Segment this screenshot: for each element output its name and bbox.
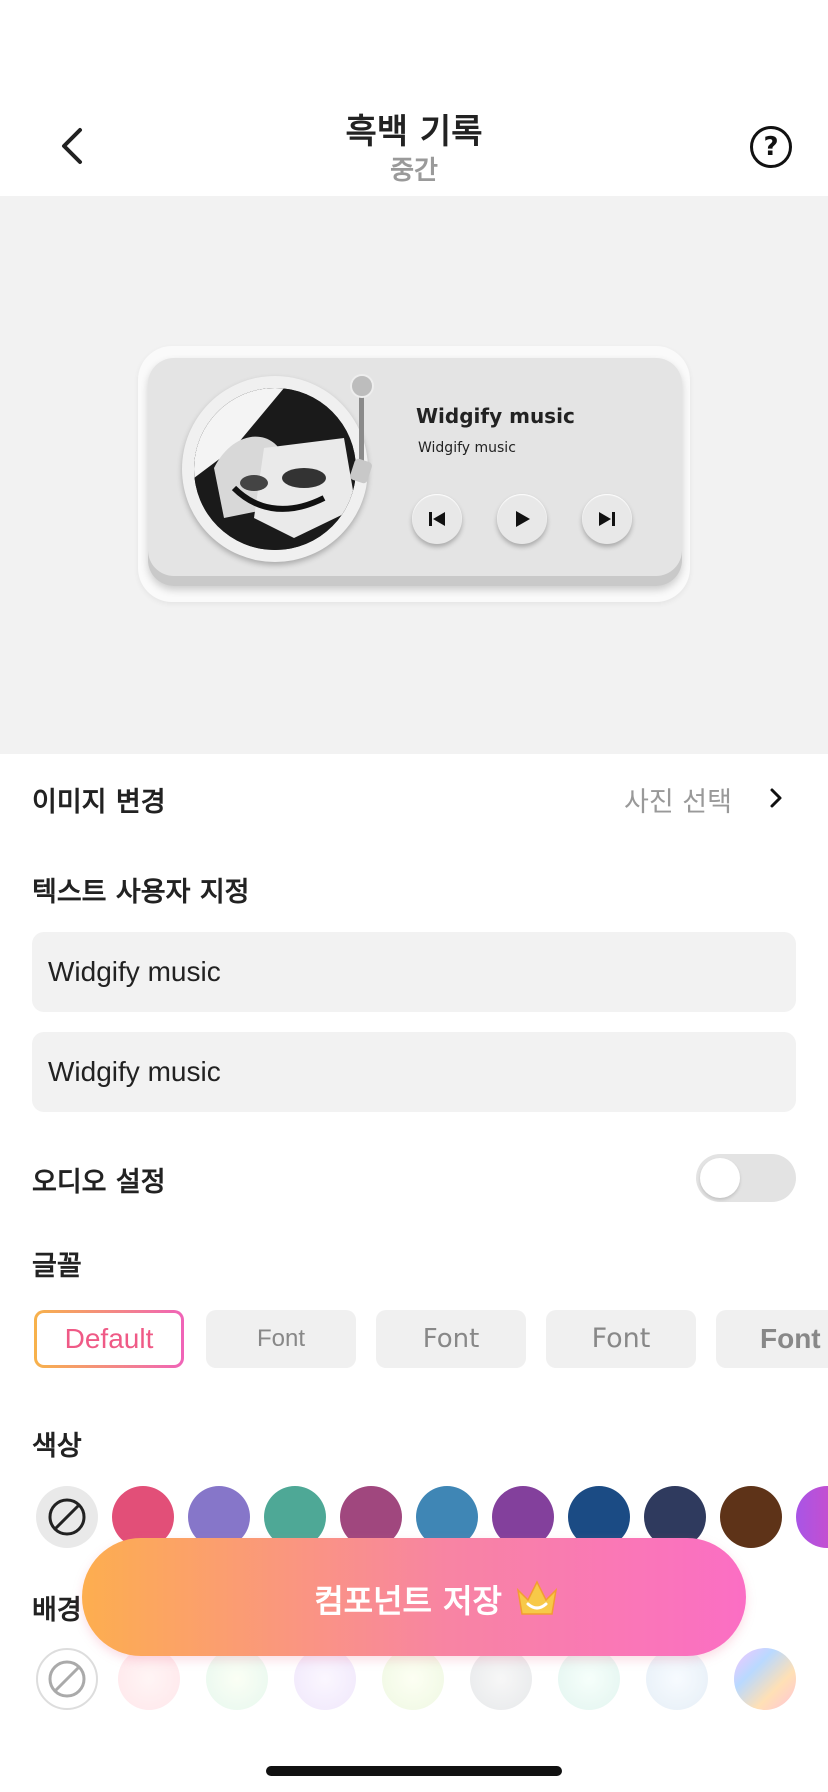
vinyl-record — [182, 376, 368, 562]
bg-swatch-aqua[interactable] — [558, 1648, 620, 1710]
select-photo-link[interactable]: 사진 선택 — [624, 780, 732, 819]
save-button-label: 컴포넌트 저장 — [314, 1582, 502, 1620]
bg-swatch-lime[interactable] — [382, 1648, 444, 1710]
music-widget: Widgify music Widgify music — [148, 358, 682, 586]
no-color-swatch[interactable] — [36, 1486, 98, 1548]
header: 흑백 기록 중간 ? — [0, 0, 828, 196]
bg-swatch-rainbow[interactable] — [734, 1648, 796, 1710]
bg-swatch-ice[interactable] — [646, 1648, 708, 1710]
next-icon — [599, 512, 615, 526]
next-button[interactable] — [582, 494, 632, 544]
subtitle-text-field[interactable]: Widgify music — [32, 1032, 796, 1112]
text-custom-label: 텍스트 사용자 지정 — [32, 877, 250, 908]
font-option[interactable]: Font — [716, 1310, 828, 1368]
font-label: 글꼴 — [32, 1251, 82, 1282]
image-change-label: 이미지 변경 — [32, 787, 166, 818]
help-icon[interactable]: ? — [750, 126, 792, 168]
previous-icon — [429, 512, 445, 526]
chevron-right-icon[interactable] — [766, 786, 786, 810]
crown-icon — [516, 1580, 558, 1615]
no-background-swatch[interactable] — [36, 1648, 98, 1710]
title-text-field[interactable]: Widgify music — [32, 932, 796, 1012]
widget-preview-area: Widgify music Widgify music — [0, 196, 828, 754]
widget-artist: Widgify music — [418, 440, 516, 456]
save-component-button[interactable]: 컴포넌트 저장 — [82, 1538, 746, 1656]
bg-swatch-blush[interactable] — [118, 1648, 180, 1710]
home-indicator — [266, 1766, 562, 1776]
widget-preview-frame: Widgify music Widgify music — [138, 346, 690, 602]
bg-swatch-gray[interactable] — [470, 1648, 532, 1710]
bg-swatch-mint[interactable] — [206, 1648, 268, 1710]
widget-song-title: Widgify music — [416, 404, 575, 428]
background-label: 배경 — [32, 1595, 82, 1626]
audio-toggle[interactable] — [696, 1154, 796, 1202]
bg-swatch-lilac[interactable] — [294, 1648, 356, 1710]
play-button[interactable] — [497, 494, 547, 544]
audio-settings-label: 오디오 설정 — [32, 1167, 166, 1198]
none-icon — [48, 1660, 86, 1698]
page-subtitle: 중간 — [390, 156, 438, 186]
color-swatch-brown[interactable] — [720, 1486, 782, 1548]
font-option[interactable]: Font — [376, 1310, 526, 1368]
color-label: 색상 — [32, 1431, 82, 1462]
page-title: 흑백 기록 — [345, 112, 483, 152]
color-swatch-violet[interactable] — [796, 1486, 828, 1548]
font-option-default[interactable]: Default — [34, 1310, 184, 1368]
tonearm-icon — [350, 374, 374, 484]
album-photo — [194, 388, 356, 550]
previous-button[interactable] — [412, 494, 462, 544]
toggle-knob — [700, 1158, 740, 1198]
play-icon — [516, 511, 530, 527]
font-option[interactable]: Font — [546, 1310, 696, 1368]
font-option[interactable]: Font — [206, 1310, 356, 1368]
none-icon — [48, 1498, 86, 1536]
